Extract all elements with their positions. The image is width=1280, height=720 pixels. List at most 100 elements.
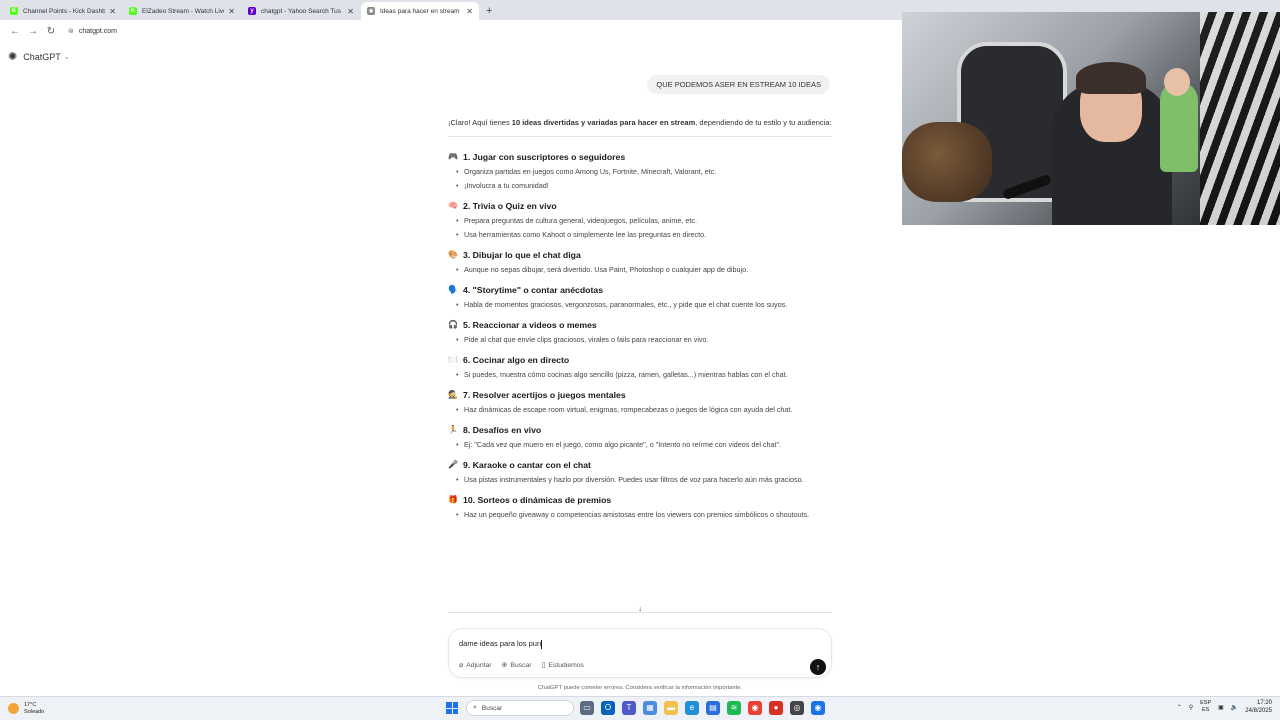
idea-bullets: Pide al chat que envíe clips graciosos, … (448, 333, 832, 347)
language-indicator[interactable]: ESP ES (1200, 700, 1211, 714)
idea-heading: 🎧 5. Reaccionar a videos o memes (448, 317, 832, 333)
tab-title: Channel Points - Kick Dashboard (23, 7, 106, 15)
location-icon[interactable]: ⚲ (1189, 704, 1193, 711)
tab-close-icon[interactable]: ✕ (109, 7, 116, 16)
task-view-icon[interactable]: ▭ (580, 701, 594, 715)
tool-label: Adjuntar (466, 661, 492, 669)
weather-temp: 17°C (24, 701, 37, 708)
idea-emoji-icon: 🎤 (448, 460, 458, 469)
chrome-active-icon[interactable]: ◉ (811, 701, 825, 715)
prompt-input[interactable]: dame ideas para los pun (459, 639, 543, 649)
idea-emoji-icon: 🗣️ (448, 285, 458, 294)
new-tab-button[interactable]: + (480, 2, 498, 20)
idea-bullet: Aunque no sepas dibujar, será divertido.… (456, 263, 832, 277)
book-icon: ▯ (541, 662, 546, 669)
idea-bullets: Organiza partidas en juegos como Among U… (448, 165, 832, 193)
idea-item: 🎁 10. Sorteos o dinámicas de premios Haz u… (448, 492, 832, 522)
paperclip-icon: ⌀ (459, 662, 464, 669)
lang-bottom: ES (1201, 707, 1210, 713)
tab-favicon-icon: y (248, 7, 256, 15)
idea-bullets: Haz un pequeño giveaway o competencias a… (448, 508, 832, 522)
idea-item: 🗣️ 4. "Storytime" o contar anécdotas Habla… (448, 282, 832, 312)
reload-icon[interactable]: ↻ (42, 26, 60, 37)
start-button[interactable] (446, 702, 458, 714)
idea-bullet: Si puedes, muestra cómo cocinas algo sen… (456, 368, 832, 382)
globe-icon: ⊕ (501, 662, 508, 669)
composer-tool-adjuntar[interactable]: ⌀ Adjuntar (459, 661, 492, 670)
idea-heading: 🧠 2. Trivia o Quiz en vivo (448, 198, 832, 214)
chevron-up-icon[interactable]: ⌃ (1177, 704, 1182, 711)
idea-heading: 🏃 8. Desafíos en vivo (448, 422, 832, 438)
outlook-icon[interactable]: O (601, 701, 615, 715)
idea-emoji-icon: 🎧 (448, 320, 458, 329)
intro-suffix: , dependiendo de tu estilo y tu audienci… (695, 118, 832, 127)
idea-title: 10. Sorteos o dinámicas de premios (463, 495, 612, 505)
tab-close-icon[interactable]: ✕ (466, 7, 473, 16)
model-selector[interactable]: ✺ ChatGPT ⌄ (8, 50, 70, 63)
volume-icon[interactable]: 🔈 (1231, 704, 1238, 711)
tab-favicon-icon: K (129, 7, 137, 15)
browser-tab[interactable]: K Channel Points - Kick Dashboard✕ (4, 2, 122, 20)
browser-tab[interactable]: ✺ Ideas para hacer en stream ✕ (361, 2, 479, 20)
url-field[interactable]: ⊜ chatgpt.com (68, 27, 117, 36)
idea-bullets: Habla de momentos graciosos, vergonzosos… (448, 298, 832, 312)
disclaimer-text: ChatGPT puede cometer errores. Considera… (537, 685, 743, 691)
obs-icon[interactable]: ◎ (790, 701, 804, 715)
composer-tool-estudiemos[interactable]: ▯ Estudiemos (541, 661, 584, 670)
arrow-up-icon: ↑ (815, 662, 821, 672)
taskbar-search[interactable]: ⌕ Buscar (466, 700, 574, 716)
idea-bullet: Pide al chat que envíe clips graciosos, … (456, 333, 832, 347)
site-info-icon[interactable]: ⊜ (68, 27, 74, 35)
teams-icon[interactable]: T (622, 701, 636, 715)
weather-widget[interactable]: 17°C Soleado (8, 702, 88, 716)
idea-item: 🎮 1. Jugar con suscriptores o seguidores O… (448, 149, 832, 193)
back-icon[interactable]: ← (6, 26, 24, 37)
idea-title: 9. Karaoke o cantar con el chat (463, 460, 591, 470)
weather-desc: Soleado (24, 708, 45, 715)
edge-icon[interactable]: e (685, 701, 699, 715)
idea-heading: 🎮 1. Jugar con suscriptores o seguidores (448, 149, 832, 165)
divider (448, 612, 832, 613)
idea-title: 1. Jugar con suscriptores o seguidores (463, 152, 626, 162)
idea-heading: 🎨 3. Dibujar lo que el chat diga (448, 247, 832, 263)
idea-emoji-icon: 🎨 (448, 250, 458, 259)
response-intro: ¡Claro! Aquí tienes 10 ideas divertidas … (448, 116, 832, 130)
idea-bullets: Aunque no sepas dibujar, será divertido.… (448, 263, 832, 277)
forward-icon[interactable]: → (24, 26, 42, 37)
app-name: ChatGPT (23, 51, 61, 62)
idea-bullet: Usa herramientas como Kahoot o simplemen… (456, 228, 832, 242)
calendar-icon[interactable]: ▦ (643, 701, 657, 715)
spotify-icon[interactable]: ≋ (727, 701, 741, 715)
idea-item: 🏃 8. Desafíos en vivo Ej: "Cada vez que mu… (448, 422, 832, 452)
chrome-icon[interactable]: ◉ (748, 701, 762, 715)
idea-bullets: Usa pistas instrumentales y hazlo por di… (448, 473, 832, 487)
idea-heading: 🎁 10. Sorteos o dinámicas de premios (448, 492, 832, 508)
send-button[interactable]: ↑ (810, 659, 826, 675)
sun-icon (8, 703, 19, 714)
browser-tab[interactable]: y chatgpt - Yahoo Search Tus resultados ✕ (242, 2, 360, 20)
idea-title: 2. Trivia o Quiz en vivo (463, 201, 557, 211)
windows-taskbar: 17°C Soleado ⌕ Buscar ▭ O T ▦ ▬ e ▤ ≋ ◉ … (0, 696, 1280, 720)
idea-bullet: Habla de momentos graciosos, vergonzosos… (456, 298, 832, 312)
network-icon[interactable]: ▣ (1218, 704, 1224, 711)
file-explorer-icon[interactable]: ▬ (664, 701, 678, 715)
idea-bullet: ¡Involucra a tu comunidad! (456, 179, 832, 193)
idea-bullets: Haz dinámicas de escape room virtual, en… (448, 403, 832, 417)
message-composer[interactable]: dame ideas para los pun ⌀ Adjuntar ⊕ Buscar… (448, 628, 832, 678)
recording-app-icon[interactable]: ● (769, 701, 783, 715)
store-icon[interactable]: ▤ (706, 701, 720, 715)
streamer-hair (1076, 62, 1146, 94)
clock-date: 24/8/2025 (1245, 708, 1272, 714)
tab-close-icon[interactable]: ✕ (228, 7, 235, 16)
scroll-down-icon[interactable]: ↓ (634, 603, 646, 615)
plush-toy (902, 122, 992, 202)
kid-head (1164, 68, 1190, 96)
text-caret (541, 639, 543, 649)
idea-heading: 🗣️ 4. "Storytime" o contar anécdotas (448, 282, 832, 298)
tab-title: Ideas para hacer en stream (380, 7, 460, 15)
clock[interactable]: 17:20 24/8/2025 (1245, 699, 1272, 715)
browser-tab[interactable]: K ElZadeo Stream - Watch Live on Kick ✕ (123, 2, 241, 20)
composer-tool-buscar[interactable]: ⊕ Buscar (501, 661, 532, 670)
tab-close-icon[interactable]: ✕ (347, 7, 354, 16)
prompt-input-value: dame ideas para los pun (459, 639, 542, 648)
